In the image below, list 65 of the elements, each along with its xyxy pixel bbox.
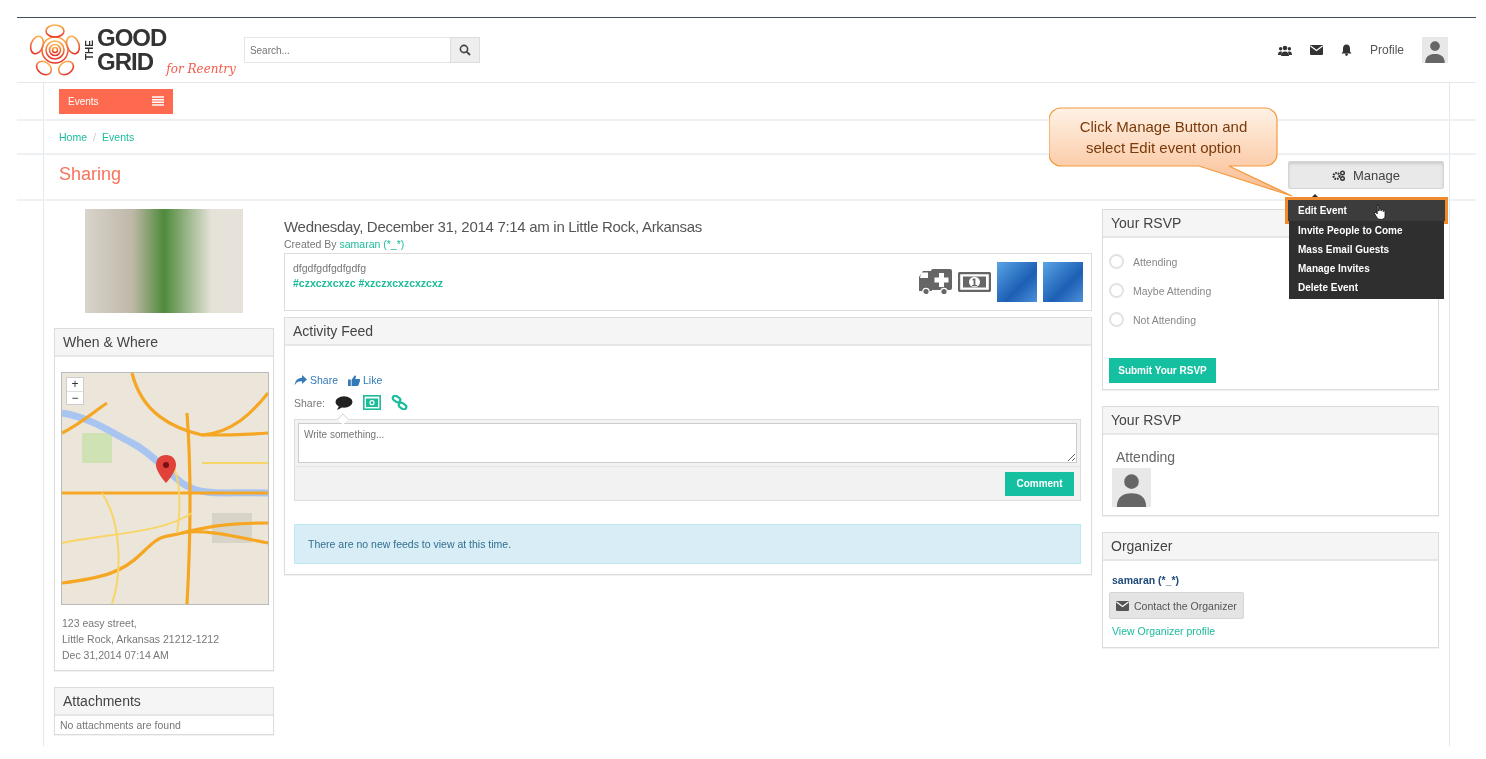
- comment-field[interactable]: Write something...: [298, 423, 1077, 463]
- menu-icon: [152, 96, 164, 106]
- logo-text: THE: [84, 40, 95, 60]
- search-button[interactable]: [449, 37, 480, 63]
- envelope-icon[interactable]: [1310, 45, 1323, 55]
- avatar-icon[interactable]: [1422, 37, 1448, 63]
- attendance-status: Attending: [1116, 449, 1177, 465]
- event-description: dfgdfgdfgdfgdfg: [293, 262, 366, 274]
- event-heading: Wednesday, December 31, 2014 7:14 am in Little Rock, Arkansas: [284, 218, 704, 235]
- created-by-text: Created By samaran (*_*): [284, 238, 406, 250]
- event-tags: #czxczxcxzc #xzczxcxzcxzcxz: [293, 277, 444, 289]
- logo-text: GRID: [97, 50, 154, 74]
- radio-label[interactable]: Attending: [1133, 255, 1178, 268]
- share-arrow-icon: [294, 374, 307, 386]
- creator-link[interactable]: samaran (*_*): [339, 238, 405, 250]
- organizer-name: samaran (*_*): [1112, 574, 1180, 586]
- contact-organizer-button[interactable]: Contact the Organizer: [1109, 592, 1244, 619]
- address-line: 123 easy street,: [62, 617, 138, 630]
- search-field[interactable]: Search...: [243, 37, 450, 63]
- gears-icon: [1332, 169, 1345, 181]
- share-label: Share:: [294, 396, 325, 409]
- photo-icon[interactable]: [362, 395, 381, 410]
- bell-icon[interactable]: [1341, 44, 1352, 56]
- organizer-profile-link[interactable]: View Organizer profile: [1112, 625, 1216, 637]
- panel-title: Activity Feed: [293, 323, 374, 339]
- ambulance-icon: [919, 269, 952, 295]
- breadcrumb-link[interactable]: Home: [59, 131, 87, 143]
- profile-link[interactable]: Profile: [1370, 43, 1404, 57]
- share-link[interactable]: Share: [294, 374, 339, 386]
- events-menu-button[interactable]: Events: [59, 88, 173, 114]
- address-line: Little Rock, Arkansas 21212-1212: [62, 633, 220, 646]
- info-notice: There are no new feeds to view at this time.: [294, 524, 1081, 564]
- avatar-icon: [1112, 468, 1151, 507]
- hand-cursor-icon: [1374, 204, 1386, 220]
- address-line: Dec 31,2014 07:14 AM: [62, 649, 170, 662]
- radio-button[interactable]: [1109, 283, 1124, 298]
- panel-title: Attachments: [63, 693, 141, 709]
- breadcrumb-link[interactable]: Events: [102, 131, 135, 143]
- panel-title: Your RSVP: [1111, 215, 1182, 231]
- flower-logo-icon: [28, 23, 82, 77]
- radio-label[interactable]: Not Attending: [1133, 313, 1197, 326]
- panel-title: When & Where: [63, 334, 158, 350]
- thumbs-up-icon: [348, 374, 361, 386]
- search-icon: [458, 44, 471, 56]
- image-thumbnail: [997, 262, 1037, 302]
- logo-tagline: for Reentry: [166, 62, 236, 76]
- like-link[interactable]: Like: [348, 374, 383, 386]
- manage-button[interactable]: Manage: [1288, 161, 1444, 189]
- users-icon[interactable]: [1278, 44, 1292, 56]
- radio-button[interactable]: [1109, 254, 1124, 269]
- speech-bubble-icon[interactable]: [334, 395, 353, 410]
- empty-message: No attachments are found: [59, 718, 182, 733]
- envelope-icon: [1116, 600, 1129, 611]
- callout-bubble: Click Manage Button and select Edit event option: [1049, 107, 1293, 198]
- panel-title: Your RSVP: [1111, 412, 1182, 428]
- radio-label[interactable]: Maybe Attending: [1133, 284, 1212, 297]
- page-title: Sharing: [59, 164, 122, 185]
- radio-button[interactable]: [1109, 312, 1124, 327]
- panel-title: Organizer: [1111, 538, 1173, 554]
- breadcrumb-separator: /: [93, 131, 97, 143]
- logo-text: GOOD: [97, 26, 167, 50]
- image-thumbnail: [1043, 262, 1083, 302]
- link-icon[interactable]: [390, 395, 408, 410]
- menu-item[interactable]: Edit Event: [1288, 200, 1445, 221]
- banknote-icon: [958, 272, 991, 292]
